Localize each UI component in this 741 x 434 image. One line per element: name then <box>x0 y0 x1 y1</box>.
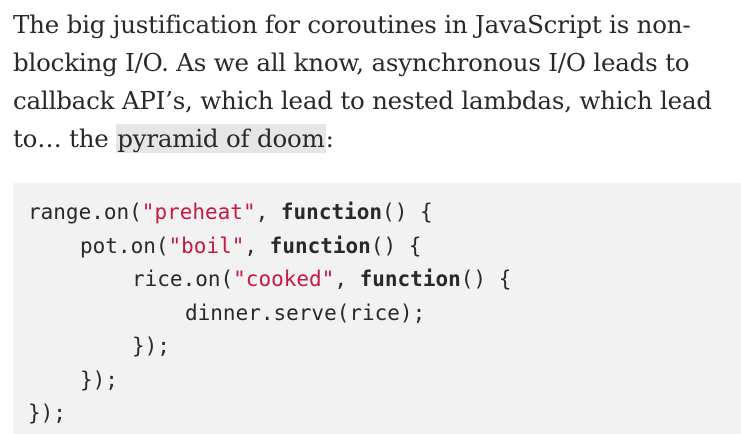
code-keyword: function <box>359 267 461 291</box>
pyramid-of-doom-link[interactable]: pyramid of doom <box>116 124 326 153</box>
code-line-3: rice.on("cooked", function() { <box>28 263 741 297</box>
code-line-2: pot.on("boil", function() { <box>28 230 741 264</box>
code-token: pot.on( <box>80 233 169 258</box>
code-token: rice.on( <box>132 267 234 291</box>
code-keyword: function <box>280 200 383 224</box>
code-token: () { <box>460 267 512 291</box>
code-line-1: range.on("preheat", function() { <box>28 196 741 230</box>
code-line-5: }); <box>132 334 170 358</box>
article: The big justification for coroutines in … <box>0 0 741 158</box>
code-token: , <box>244 233 270 258</box>
code-string: "preheat" <box>141 200 256 224</box>
intro-paragraph: The big justification for coroutines in … <box>0 0 733 158</box>
code-token: , <box>255 200 281 224</box>
code-line-7: }); <box>28 401 66 425</box>
code-block: range.on("preheat", function() {pot.on("… <box>13 183 741 434</box>
code-token: () { <box>382 200 433 224</box>
code-listing: range.on("preheat", function() {pot.on("… <box>13 183 741 431</box>
code-line-4: dinner.serve(rice); <box>185 300 426 325</box>
code-string: "cooked" <box>233 267 335 291</box>
code-token: () { <box>370 233 422 258</box>
paragraph-colon: : <box>325 124 334 153</box>
code-token: , <box>334 267 360 291</box>
code-keyword: function <box>269 233 371 258</box>
code-token: range.on( <box>28 200 142 224</box>
code-string: "boil" <box>168 233 245 258</box>
code-line-6: }); <box>80 367 118 392</box>
